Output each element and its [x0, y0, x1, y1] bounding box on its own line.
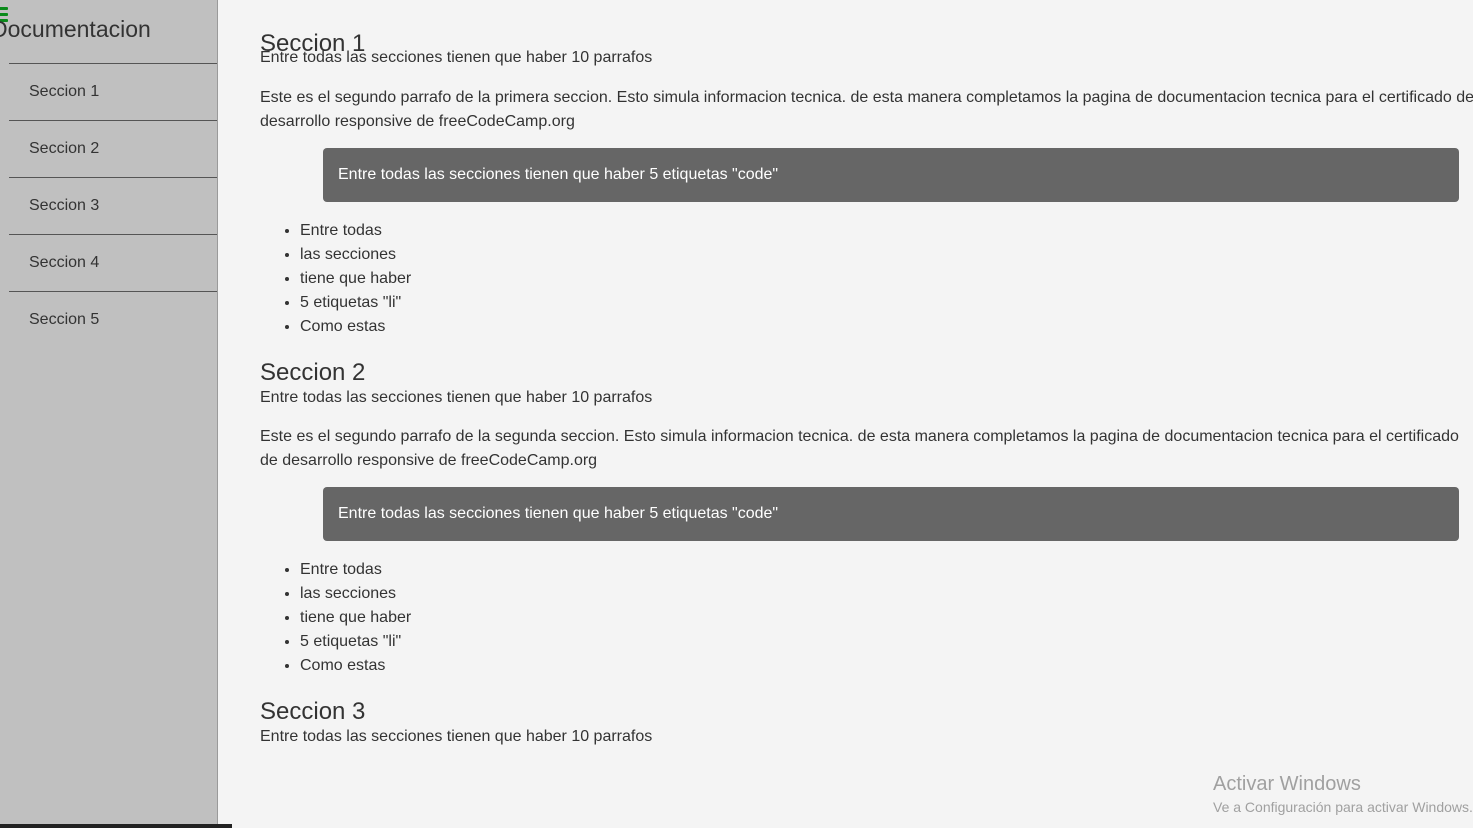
- list-item: Como estas: [300, 315, 1473, 339]
- main-doc: Seccion 1 Entre todas las secciones tien…: [218, 0, 1473, 828]
- code-block: Entre todas las secciones tienen que hab…: [323, 487, 1459, 541]
- section-paragraph: Entre todas las secciones tienen que hab…: [260, 389, 653, 406]
- section-title: Seccion 3: [260, 698, 366, 725]
- sidebar-navbar: Documentacion Seccion 1 Seccion 2 Seccio…: [0, 0, 218, 828]
- list-item: las secciones: [300, 582, 1473, 606]
- section-paragraph: Este es el segundo parrafo de la segunda…: [260, 428, 1459, 469]
- list-item: Entre todas: [300, 219, 1473, 243]
- watermark-line-2: Ve a Configuración para activar Windows.: [1213, 799, 1473, 815]
- sidebar-item-seccion-2: Seccion 2: [9, 120, 217, 177]
- nav-link[interactable]: Seccion 2: [9, 121, 217, 176]
- section-title: Seccion 1: [260, 30, 366, 57]
- sidebar-title: Documentacion: [0, 16, 151, 42]
- nav-link[interactable]: Seccion 5: [9, 292, 217, 347]
- doc-section: Seccion 2 Entre todas las secciones tien…: [218, 339, 1473, 678]
- section-list: Entre todas las secciones tiene que habe…: [300, 219, 1473, 339]
- section-list: Entre todas las secciones tiene que habe…: [300, 558, 1473, 678]
- section-title: Seccion 2: [260, 359, 366, 386]
- list-item: las secciones: [300, 243, 1473, 267]
- watermark-line-1: Activar Windows: [1213, 773, 1361, 795]
- nav-link[interactable]: Seccion 3: [9, 178, 217, 233]
- section-paragraph: Este es el segundo parrafo de la primera…: [260, 89, 1473, 130]
- windows-activation-watermark: Activar Windows Ve a Configuración para …: [1213, 773, 1473, 815]
- list-item: Entre todas: [300, 558, 1473, 582]
- list-item: tiene que haber: [300, 606, 1473, 630]
- sidebar-item-seccion-3: Seccion 3: [9, 177, 217, 234]
- doc-section: Seccion 1 Entre todas las secciones tien…: [218, 0, 1473, 339]
- list-item: 5 etiquetas "li": [300, 291, 1473, 315]
- list-item: tiene que haber: [300, 267, 1473, 291]
- bottom-edge-bar: [0, 824, 232, 828]
- sidebar-nav-list: Seccion 1 Seccion 2 Seccion 3 Seccion 4 …: [9, 63, 217, 348]
- section-paragraph: Entre todas las secciones tienen que hab…: [260, 49, 653, 66]
- list-item: Como estas: [300, 654, 1473, 678]
- nav-link[interactable]: Seccion 1: [9, 64, 217, 119]
- code-block: Entre todas las secciones tienen que hab…: [323, 148, 1459, 202]
- list-item: 5 etiquetas "li": [300, 630, 1473, 654]
- sidebar-item-seccion-1: Seccion 1: [9, 63, 217, 120]
- section-paragraph: Entre todas las secciones tienen que hab…: [260, 728, 653, 745]
- sidebar-item-seccion-4: Seccion 4: [9, 234, 217, 291]
- doc-section: Seccion 3 Entre todas las secciones tien…: [218, 678, 1473, 749]
- sidebar-item-seccion-5: Seccion 5: [9, 291, 217, 348]
- nav-link[interactable]: Seccion 4: [9, 235, 217, 290]
